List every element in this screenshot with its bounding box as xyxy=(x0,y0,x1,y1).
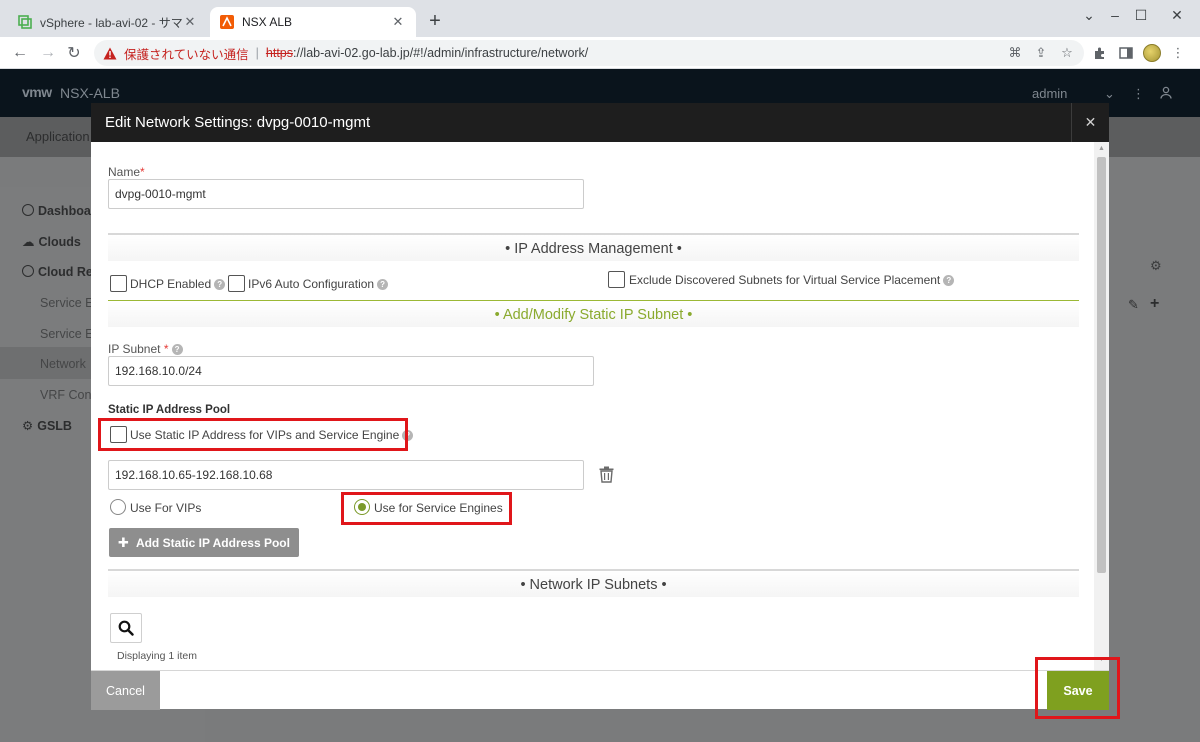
modal-title: Edit Network Settings: dvpg-0010-mgmt xyxy=(105,114,371,131)
use-static-ip-label: Use Static IP Address for VIPs and Servi… xyxy=(130,428,414,442)
exclude-discovered-subnets-checkbox[interactable] xyxy=(608,271,625,288)
help-icon[interactable]: ? xyxy=(943,275,955,287)
more-menu-icon[interactable]: ⋮ xyxy=(1168,43,1188,63)
translate-icon[interactable]: ⌘ xyxy=(1004,40,1026,66)
save-button[interactable]: Save xyxy=(1047,671,1109,710)
sidebar-item-gslb[interactable]: ⚙ GSLB xyxy=(22,418,72,433)
url-path: ://lab-avi-02.go-lab.jp/#!/admin/infrast… xyxy=(293,46,589,60)
sidebar-item-label: Cloud Re xyxy=(38,265,93,279)
modal-header: Edit Network Settings: dvpg-0010-mgmt ✕ xyxy=(91,103,1109,142)
add-icon[interactable]: + xyxy=(1150,295,1159,313)
gslb-icon: ⚙ xyxy=(22,419,34,433)
sidebar-item-vrf-context[interactable]: VRF Con xyxy=(40,388,91,402)
required-marker: * xyxy=(140,165,145,179)
reload-icon[interactable]: ↻ xyxy=(62,41,86,65)
kebab-menu-icon[interactable]: ⋮ xyxy=(1132,86,1145,102)
address-bar[interactable]: 保護されていない通信 | https://lab-avi-02.go-lab.j… xyxy=(94,40,1084,66)
modal-body: Name* dvpg-0010-mgmt • IP Address Manage… xyxy=(91,142,1109,670)
tab-vsphere[interactable]: vSphere - lab-avi-02 - サマリ ✕ xyxy=(8,7,208,37)
nsx-alb-icon xyxy=(220,15,234,29)
scroll-down-icon[interactable]: ▼ xyxy=(1097,656,1106,666)
ipv6-auto-config-checkbox[interactable] xyxy=(228,275,245,292)
star-icon[interactable]: ☆ xyxy=(1056,40,1078,66)
scroll-up-icon[interactable]: ▲ xyxy=(1097,145,1106,155)
avatar xyxy=(1143,44,1161,62)
back-arrow-icon[interactable]: ← xyxy=(8,41,32,65)
app-name: NSX-ALB xyxy=(60,85,120,101)
ipv6-auto-config-label: IPv6 Auto Configuration? xyxy=(248,277,389,291)
new-tab-button[interactable]: + xyxy=(424,11,446,33)
dhcp-enabled-label: DHCP Enabled? xyxy=(130,277,226,291)
scrollbar-thumb[interactable] xyxy=(1097,157,1106,573)
use-for-service-engines-label: Use for Service Engines xyxy=(374,501,503,515)
close-icon[interactable]: ✕ xyxy=(182,14,198,30)
add-static-pool-button[interactable]: ✚ Add Static IP Address Pool xyxy=(109,528,299,557)
sidebar-item-service-engine[interactable]: Service E xyxy=(40,296,94,310)
sidebar-item-clouds[interactable]: ☁ Clouds xyxy=(22,234,81,249)
section-title-network-subnets: • Network IP Subnets • xyxy=(520,577,667,593)
plus-icon: ✚ xyxy=(118,534,129,550)
trash-icon[interactable] xyxy=(599,466,615,484)
name-input[interactable]: dvpg-0010-mgmt xyxy=(108,179,584,209)
url-scheme: https xyxy=(265,46,293,60)
tab-title: vSphere - lab-avi-02 - サマリ xyxy=(40,15,182,30)
modal-footer: Cancel Save xyxy=(91,670,1109,710)
sidebar-item-cloud-resources[interactable]: Cloud Re xyxy=(22,265,93,279)
chevron-down-icon[interactable]: ⌄ xyxy=(1104,86,1115,102)
required-marker: * xyxy=(163,342,169,356)
section-title-static-subnet: • Add/Modify Static IP Subnet • xyxy=(494,307,693,323)
name-label: Name* xyxy=(108,165,145,179)
cloud-icon: ☁ xyxy=(22,235,35,249)
dhcp-enabled-checkbox[interactable] xyxy=(110,275,127,292)
sidebar-item-label: GSLB xyxy=(37,419,72,433)
gear-icon[interactable]: ⚙ xyxy=(1150,258,1162,274)
static-pool-heading: Static IP Address Pool xyxy=(108,404,231,416)
help-icon[interactable]: ? xyxy=(214,279,226,291)
close-icon[interactable]: ✕ xyxy=(390,14,406,30)
use-for-service-engines-radio[interactable] xyxy=(354,499,370,515)
displaying-count: Displaying 1 item xyxy=(117,650,197,662)
search-icon xyxy=(118,620,134,636)
cloud-resources-icon xyxy=(22,265,34,277)
browser-toolbar: ← → ↻ 保護されていない通信 | https://lab-avi-02.go… xyxy=(0,37,1200,69)
search-button[interactable] xyxy=(110,613,142,643)
user-menu[interactable]: admin xyxy=(1032,86,1067,101)
help-icon[interactable]: ? xyxy=(402,430,414,442)
use-for-vips-label: Use For VIPs xyxy=(130,501,202,515)
sidepanel-icon[interactable] xyxy=(1116,43,1136,63)
share-icon[interactable]: ⇪ xyxy=(1030,40,1052,66)
modal-scrollbar[interactable]: ▲ ▼ xyxy=(1094,142,1109,670)
edit-icon[interactable]: ✎ xyxy=(1128,297,1139,313)
close-icon[interactable]: ✕ xyxy=(1071,103,1109,142)
profile-avatar[interactable] xyxy=(1142,43,1162,63)
ip-subnet-input[interactable]: 192.168.10.0/24 xyxy=(108,356,594,386)
forward-arrow-icon[interactable]: → xyxy=(36,41,60,65)
warning-icon xyxy=(102,45,118,61)
sidebar-item-service-engine-group[interactable]: Service E xyxy=(40,327,94,341)
ip-subnet-label: IP Subnet *? xyxy=(108,342,183,356)
cancel-button[interactable]: Cancel xyxy=(91,671,160,710)
separator: | xyxy=(255,46,259,60)
sidebar-item-label: Clouds xyxy=(38,235,81,249)
dashboard-icon xyxy=(22,204,34,216)
security-label[interactable]: 保護されていない通信 xyxy=(124,44,249,63)
close-window-button[interactable]: ✕ xyxy=(1154,0,1200,30)
user-icon[interactable] xyxy=(1160,86,1172,102)
extensions-icon[interactable] xyxy=(1090,43,1110,63)
use-for-vips-radio[interactable] xyxy=(110,499,126,515)
exclude-discovered-subnets-label: Exclude Discovered Subnets for Virtual S… xyxy=(629,273,955,287)
subnav-item-applications[interactable]: Application xyxy=(26,129,90,144)
browser-tab-bar: vSphere - lab-avi-02 - サマリ ✕ NSX ALB ✕ +… xyxy=(0,0,1200,37)
tab-title: NSX ALB xyxy=(242,15,293,29)
section-title-ipam: • IP Address Management • xyxy=(505,241,682,257)
static-pool-range-input[interactable]: 192.168.10.65-192.168.10.68 xyxy=(108,460,584,490)
help-icon[interactable]: ? xyxy=(377,279,389,291)
vsphere-icon xyxy=(18,15,32,29)
use-static-ip-checkbox[interactable] xyxy=(110,426,127,443)
sidebar-item-networks[interactable]: Network xyxy=(40,357,86,371)
tab-nsx-alb[interactable]: NSX ALB ✕ xyxy=(210,7,416,37)
vmw-logo: vmw xyxy=(22,84,52,100)
help-icon[interactable]: ? xyxy=(171,344,183,356)
